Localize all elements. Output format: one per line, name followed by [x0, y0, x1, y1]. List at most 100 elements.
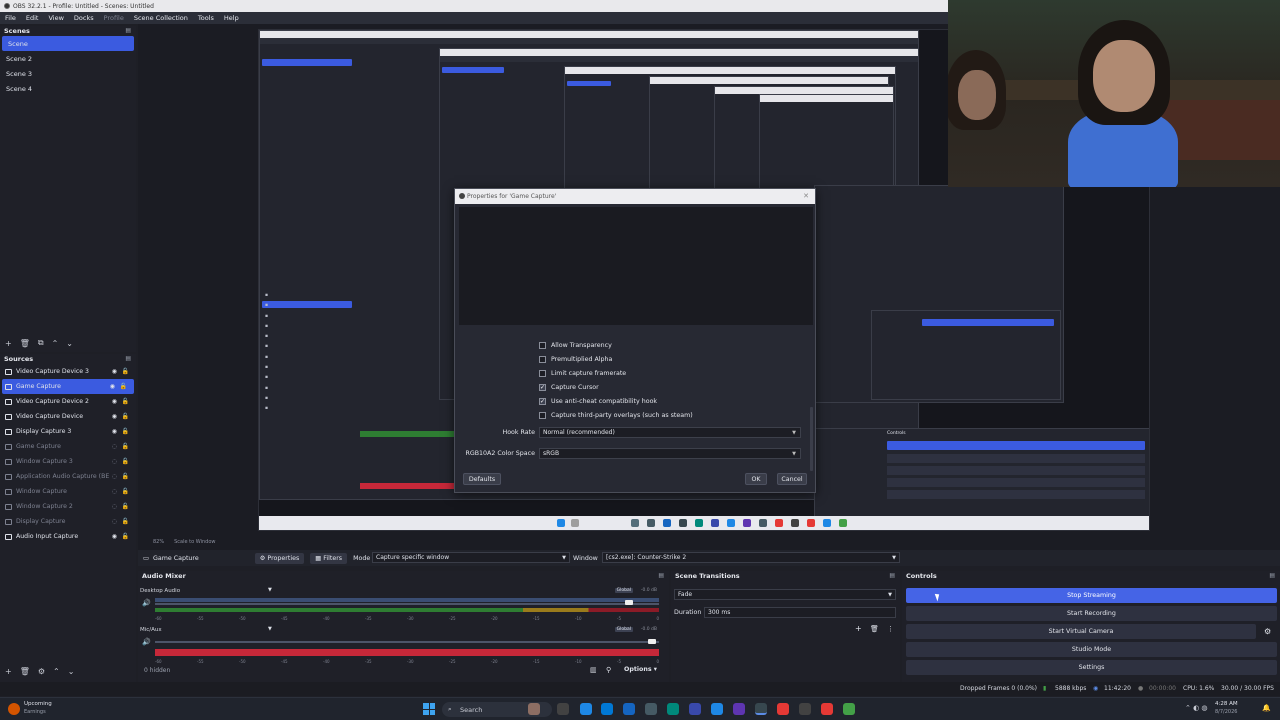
limit-framerate-checkbox[interactable]: Limit capture framerate — [539, 370, 626, 377]
source-item[interactable]: Display Capture ◌ 🔓 — [0, 514, 136, 529]
scene-item[interactable]: Scene 2 — [0, 51, 136, 66]
widget-title[interactable]: Upcoming — [24, 701, 52, 707]
studio-mode-button[interactable]: Studio Mode — [906, 642, 1277, 657]
volume-slider-handle[interactable] — [648, 639, 656, 644]
source-item[interactable]: Window Capture 2 ◌ 🔓 — [0, 499, 136, 514]
source-item[interactable]: Window Capture 3 ◌ 🔓 — [0, 454, 136, 469]
trash-icon[interactable]: 🗑 — [20, 339, 30, 348]
source-item[interactable]: Window Capture ◌ 🔓 — [0, 484, 136, 499]
trash-icon[interactable]: 🗑 — [870, 625, 879, 633]
chevron-down-icon[interactable]: ▼ — [268, 626, 272, 632]
app-icon[interactable] — [623, 703, 635, 715]
source-item[interactable]: Display Capture 3 ◉ 🔓 — [0, 424, 136, 439]
menu-tools[interactable]: Tools — [193, 14, 219, 22]
add-icon[interactable]: + — [855, 624, 862, 633]
menu-view[interactable]: View — [43, 14, 68, 22]
transition-select[interactable]: Fade ▼ — [674, 589, 896, 600]
dock-menu-icon[interactable]: ▤ — [125, 27, 131, 34]
app-icon[interactable] — [580, 703, 592, 715]
windows-start-icon[interactable] — [423, 703, 435, 715]
ok-button[interactable]: OK — [745, 473, 767, 485]
speaker-icon[interactable]: 🔊 — [142, 599, 151, 607]
lock-icon[interactable]: 🔓 — [122, 518, 129, 525]
color-space-select[interactable]: sRGB ▼ — [539, 448, 801, 459]
lock-icon[interactable]: 🔓 — [122, 413, 129, 420]
menu-scene-collection[interactable]: Scene Collection — [129, 14, 193, 22]
dock-menu-icon[interactable]: ▤ — [889, 572, 895, 579]
eye-icon[interactable]: ◉ — [112, 398, 117, 405]
properties-button[interactable]: ⚙ Properties — [254, 552, 305, 564]
lock-icon[interactable]: 🔓 — [122, 503, 129, 510]
dock-menu-icon[interactable]: ▤ — [658, 572, 664, 579]
app-icon[interactable] — [777, 703, 789, 715]
app-icon[interactable] — [711, 703, 723, 715]
hook-rate-select[interactable]: Normal (recommended) ▼ — [539, 427, 801, 438]
lock-icon[interactable]: 🔓 — [122, 533, 129, 540]
move-up-icon[interactable]: ⌃ — [53, 667, 60, 676]
eye-hidden-icon[interactable]: ◌ — [112, 473, 117, 480]
stop-streaming-button[interactable]: Stop Streaming — [906, 588, 1277, 603]
eye-hidden-icon[interactable]: ◌ — [112, 518, 117, 525]
premultiplied-alpha-checkbox[interactable]: Premultiplied Alpha — [539, 356, 612, 363]
settings-button[interactable]: Settings — [906, 660, 1277, 675]
source-item[interactable]: Video Capture Device 2 ◉ 🔓 — [0, 394, 136, 409]
eye-icon[interactable]: ◉ — [110, 383, 115, 390]
lock-icon[interactable]: 🔓 — [122, 458, 129, 465]
clock-date[interactable]: 8/7/2026 — [1215, 709, 1237, 715]
start-recording-button[interactable]: Start Recording — [906, 606, 1277, 621]
move-down-icon[interactable]: ⌄ — [66, 339, 73, 348]
filter-icon[interactable]: ⧉ — [38, 338, 44, 348]
window-select[interactable]: [cs2.exe]: Counter-Strike 2 ▼ — [602, 552, 900, 563]
menu-help[interactable]: Help — [219, 14, 244, 22]
app-icon[interactable] — [528, 703, 540, 715]
mode-select[interactable]: Capture specific window ▼ — [372, 552, 570, 563]
menu-profile[interactable]: Profile — [99, 14, 129, 22]
volume-slider[interactable] — [155, 603, 659, 605]
eye-hidden-icon[interactable]: ◌ — [112, 503, 117, 510]
speaker-icon[interactable]: 🔊 — [142, 638, 151, 646]
lock-icon[interactable]: 🔓 — [122, 398, 129, 405]
capture-cursor-checkbox[interactable]: ✓ Capture Cursor — [539, 384, 599, 391]
app-icon[interactable] — [667, 703, 679, 715]
lock-icon[interactable]: 🔓 — [122, 488, 129, 495]
tray-icons[interactable]: ⌃ ◐ ◍ — [1185, 704, 1208, 712]
lock-icon[interactable]: 🔓 — [122, 428, 129, 435]
clock-time[interactable]: 4:28 AM — [1215, 701, 1238, 707]
close-icon[interactable]: ✕ — [803, 192, 809, 200]
cancel-button[interactable]: Cancel — [777, 473, 807, 485]
duration-field[interactable]: 300 ms — [704, 607, 896, 618]
widget-subtitle[interactable]: Earnings — [24, 709, 46, 715]
lock-icon[interactable]: 🔓 — [122, 473, 129, 480]
source-item[interactable]: Video Capture Device 3 ◉ 🔓 — [0, 364, 136, 379]
dialog-scrollbar[interactable] — [810, 407, 813, 471]
move-down-icon[interactable]: ⌄ — [68, 667, 75, 676]
app-icon[interactable] — [821, 703, 833, 715]
more-icon[interactable]: ⋮ — [887, 625, 894, 633]
source-item[interactable]: Audio Input Capture ◉ 🔓 — [0, 529, 136, 544]
allow-transparency-checkbox[interactable]: Allow Transparency — [539, 342, 612, 349]
gear-icon[interactable]: ⚙ — [38, 667, 45, 676]
menu-edit[interactable]: Edit — [21, 14, 44, 22]
layout-icon[interactable]: ▥ — [590, 666, 597, 674]
source-item[interactable]: Video Capture Device ◉ 🔓 — [0, 409, 136, 424]
gear-icon[interactable]: ⚙ — [1264, 627, 1271, 636]
eye-icon[interactable]: ◉ — [112, 428, 117, 435]
defaults-button[interactable]: Defaults — [463, 473, 501, 485]
app-icon[interactable] — [557, 703, 569, 715]
app-icon[interactable] — [799, 703, 811, 715]
zoom-level[interactable]: 82% — [153, 539, 164, 545]
weather-icon[interactable] — [8, 703, 20, 715]
eye-hidden-icon[interactable]: ◌ — [112, 488, 117, 495]
notification-icon[interactable]: 🔔 — [1262, 704, 1271, 712]
options-button[interactable]: Options ▾ — [624, 666, 657, 673]
lock-icon[interactable]: 🔓 — [120, 383, 127, 390]
eye-icon[interactable]: ◉ — [112, 368, 117, 375]
lock-icon[interactable]: 🔓 — [122, 368, 129, 375]
third-party-overlays-checkbox[interactable]: Capture third-party overlays (such as st… — [539, 412, 693, 419]
chevron-down-icon[interactable]: ▼ — [268, 587, 272, 593]
scene-item[interactable]: Scene 3 — [0, 66, 136, 81]
source-item[interactable]: Game Capture ◌ 🔓 — [0, 439, 136, 454]
dock-menu-icon[interactable]: ▤ — [125, 355, 131, 362]
start-virtual-camera-button[interactable]: Start Virtual Camera — [906, 624, 1256, 639]
discord-icon[interactable] — [733, 703, 745, 715]
